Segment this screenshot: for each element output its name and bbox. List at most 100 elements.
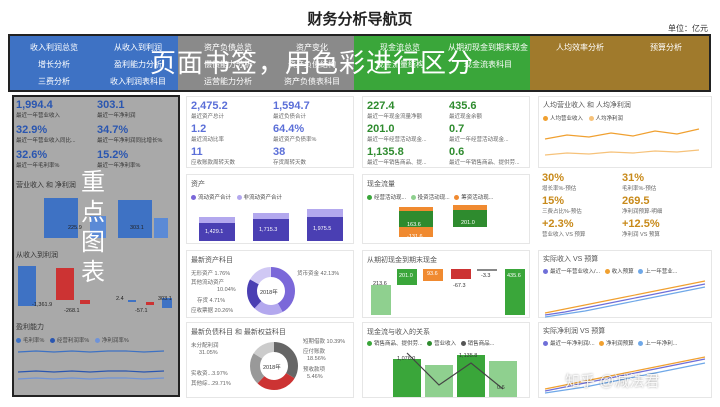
legend-net-margin: 净利润率% (101, 338, 129, 344)
bridge-label-3: 93.6 (427, 271, 438, 277)
cash-income-chart (393, 352, 517, 397)
cash-bar-1-top (399, 207, 433, 211)
kpi-profit-growth-label: 最近一年净利润同比增长% (97, 138, 163, 144)
liab-left-4: 其他综...29.71% (191, 381, 231, 387)
kpi-net-cash-value: 227.4 (367, 100, 395, 112)
profit-bar-2 (154, 218, 168, 238)
legend-gross-margin: 毛利率% (23, 338, 45, 344)
nav-growth[interactable]: 增长分析 (38, 59, 70, 70)
kpi-ar-days-value: 11 (191, 146, 203, 158)
liab-right-1: 短期借款 10.39% (303, 339, 346, 345)
ci-label-1: 1,076.0 (397, 356, 416, 362)
kpi-current-ratio-value: 1.2 (191, 123, 207, 135)
ci-bar-3 (457, 355, 485, 397)
asset-bar-label-3: 1,975.5 (313, 226, 332, 232)
liab-left-2: 31.05% (199, 350, 218, 356)
assets-title: 资产 (191, 181, 205, 188)
kpi-total-assets-label: 最近资产总计 (191, 114, 225, 120)
per-capita-legend: 人均营业收入 人均净利润 (543, 114, 623, 122)
revenue-profit-title: 营业收入 和 净利润 (16, 182, 76, 189)
kpi-op-cash-label: 最近一年经营活动现金... (367, 137, 427, 143)
legend-op-margin: 经营利润率% (56, 338, 90, 344)
nav-three-fees[interactable]: 三费分析 (38, 76, 70, 87)
kpi-balance-panel: 2,475.2 最近资产总计 1,594.7 最近负债合计 1.2 最近流动比率 64… (186, 96, 354, 168)
per-capita-title: 人均营业收入 和 人均净利润 (543, 102, 631, 109)
liab-items-center: 2018年 (263, 365, 281, 371)
asset-label-2: 其他流动资产 (191, 280, 225, 286)
kpi-cash-panel: 227.4 最近一年现金流量净额 435.6 最近现金余额 201.0 最近一年经营活… (362, 96, 530, 168)
budget-rev-legend: 最近一年营业收入/... 收入预算 上一年营业... (543, 267, 677, 275)
cash-income-legend: 销售商品、提供劳... 营业收入 销售商品... (367, 339, 494, 347)
kpi-rev-vs-budget-label: 营业收入 VS 预算 (542, 232, 586, 238)
nav-budget[interactable]: 预算分析 (650, 42, 682, 53)
legend-op-cash: 经营活动现... (374, 195, 407, 201)
cash-income-panel: 现金流与收入的关系 销售商品、提供劳... 营业收入 销售商品... 1,076… (362, 322, 530, 398)
kpi-total-liab-label: 最近负债合计 (273, 114, 307, 120)
kpi-profit-vs-budget-label: 净利润 VS 预算 (622, 232, 660, 238)
nav-income-overview[interactable]: 收入利润总览 (30, 42, 78, 53)
legend-rev-budget: 收入预算 (611, 269, 634, 275)
kpi-sales-cash-label: 最近一年销售商品、提... (367, 160, 427, 166)
legend-per-capita-rev: 人均营业收入 (550, 116, 584, 122)
kpi-cash-balance-label: 最近现金余额 (449, 114, 483, 120)
waterfall-revenue (18, 266, 36, 306)
asset-label-3: 10.04% (217, 287, 236, 293)
legend-per-capita-profit: 人均净利润 (595, 116, 624, 122)
bridge-start (371, 285, 391, 315)
kpi-profit-vs-budget-value: +12.5% (622, 218, 660, 230)
kpi-net-margin-value: 15.2% (97, 149, 129, 161)
liab-right-5: 5.46% (307, 374, 323, 380)
kpi-inv-days-label: 存货周转天数 (273, 160, 307, 166)
asset-bar-3-top (307, 209, 343, 217)
assets-legend: 流动资产合计 非流动资产合计 (191, 193, 282, 201)
revenue-profit-label-2: 303.1 (130, 225, 144, 231)
kpi-profit-value: 303.1 (97, 99, 125, 111)
cashflow-chart (399, 205, 487, 237)
cash-label-2: -131.6 (407, 234, 423, 240)
legend-revenue: 营业收入 (434, 341, 457, 347)
rev-to-profit-title: 从收入到利润 (16, 252, 58, 259)
bridge-fx (477, 269, 497, 271)
kpi-ar-days-label: 应收账款周转天数 (191, 160, 236, 166)
ci-bar-4 (489, 361, 517, 397)
kpi-gross-margin-value: 32.6% (16, 149, 48, 161)
liab-right-3: 18.56% (307, 356, 326, 362)
bridge-label-5: -3.3 (481, 273, 491, 279)
liab-right-2: 应付账款 (303, 349, 326, 355)
rev-profit-lbl-3: 2.4 (116, 296, 124, 302)
kpi-income-group: 1,994.4 最近一年营业收入 303.1 最近一年净利润 32.9% 最近一年营业… (16, 99, 176, 171)
waterfall-fees (146, 302, 154, 305)
kpi-growth-est-label: 增长率%-预估 (542, 186, 577, 192)
kpi-revenue-growth-label: 最近一年营业收入同比... (16, 138, 76, 144)
nav-per-capita[interactable]: 人均效率分析 (556, 42, 604, 53)
kpi-gross-est-label: 毛利率%-预估 (622, 186, 657, 192)
asset-bar-1-top (199, 217, 235, 223)
op-margin-line (17, 370, 165, 373)
kpi-revenue-label: 最近一年营业收入 (16, 113, 61, 119)
waterfall-other (128, 300, 136, 302)
kpi-total-assets-value: 2,475.2 (191, 100, 228, 112)
legend-prev-rev: 上一年营业... (645, 269, 678, 275)
budget-rev-title: 实际收入 VS 预算 (543, 256, 599, 263)
legend-current-assets: 流动资产合计 (198, 195, 232, 201)
bridge-label-2: 201.0 (399, 273, 413, 279)
liab-items-panel: 最新负债科目 和 最新权益科目 2018年 未分配利润 31.05% 实收资..… (186, 322, 354, 398)
kpi-gross-margin-label: 最近一年毛利率% (16, 163, 60, 169)
budget-rev-line-2 (544, 283, 706, 316)
budget-rev-line-1 (544, 280, 706, 314)
gross-margin-line (17, 350, 165, 353)
cash-bridge-title: 从期初现金到期末现金 (367, 257, 437, 264)
unit-label: 单位：亿元 (668, 24, 708, 33)
kpi-op-cash-ratio-label: 最近一年经营活动现金... (449, 137, 509, 143)
profitability-title: 盈利能力 (16, 324, 44, 331)
bridge-fin (451, 269, 471, 279)
asset-bar-label-2: 1,715.3 (259, 227, 278, 233)
legend-recent-profit: 最近一年净利润/... (550, 341, 595, 347)
rev-profit-lbl-5: 303.1 (158, 296, 172, 302)
bridge-label-1: 213.6 (373, 281, 387, 287)
legend-sales-cash: 销售商品、提供劳... (374, 341, 423, 347)
cash-label-3: 201.0 (461, 220, 475, 226)
legend-fin-cash: 筹资活动现... (461, 195, 494, 201)
asset-bar-2-top (253, 213, 289, 219)
asset-items-panel: 最新资产科目 2018年 无形资产 1.76% 其他流动资产 10.04% 存货… (186, 250, 354, 318)
